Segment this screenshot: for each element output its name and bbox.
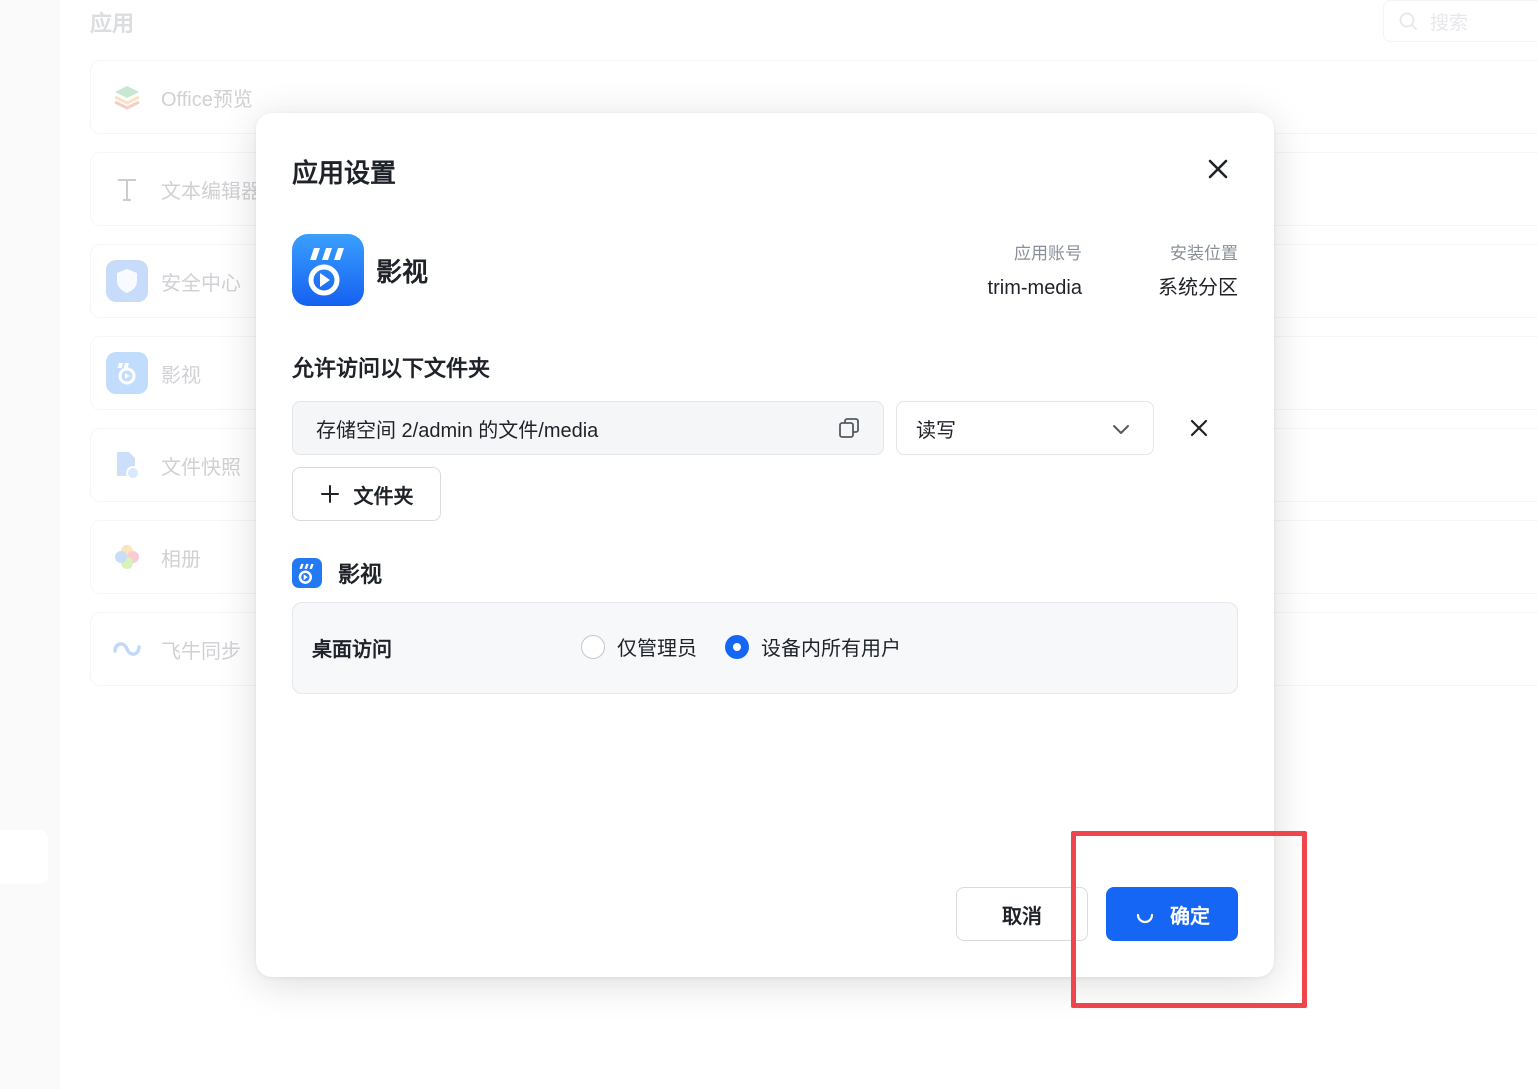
- add-folder-button[interactable]: 文件夹: [292, 467, 441, 521]
- add-folder-label: 文件夹: [353, 485, 414, 508]
- dialog-title: 应用设置: [292, 158, 397, 188]
- access-section-title: 影视: [338, 562, 383, 587]
- radio-all-users[interactable]: 设备内所有用户: [725, 632, 901, 661]
- folder-path-field[interactable]: 存储空间 2/admin 的文件/media: [292, 401, 884, 455]
- location-value: 系统分区: [1158, 277, 1238, 299]
- radio-admin-only[interactable]: 仅管理员: [581, 632, 697, 661]
- permission-select[interactable]: 读写: [896, 401, 1154, 455]
- media-app-icon: [292, 234, 364, 306]
- install-location-info: 安装位置 系统分区: [1158, 242, 1238, 302]
- account-label: 应用账号: [1014, 244, 1082, 263]
- desktop-access-box: 桌面访问 仅管理员 设备内所有用户: [292, 602, 1238, 694]
- plus-icon: [320, 485, 339, 503]
- app-name: 影视: [376, 257, 429, 287]
- location-label: 安装位置: [1170, 244, 1238, 263]
- folders-section-title: 允许访问以下文件夹: [292, 356, 491, 381]
- radio-admin-only-label: 仅管理员: [617, 638, 697, 660]
- app-account-info: 应用账号 trim-media: [988, 242, 1082, 302]
- folder-path-value: 存储空间 2/admin 的文件/media: [316, 419, 599, 442]
- account-value: trim-media: [987, 277, 1082, 299]
- annotation-highlight-box: [1071, 831, 1307, 1008]
- desktop-access-label: 桌面访问: [312, 639, 392, 661]
- permission-value: 读写: [916, 419, 956, 442]
- access-section-header: 影视: [292, 557, 382, 589]
- radio-unchecked[interactable]: [581, 634, 605, 659]
- remove-folder-icon[interactable]: [1187, 416, 1211, 440]
- media-app-icon: [292, 558, 322, 588]
- radio-checked[interactable]: [725, 634, 749, 659]
- cancel-button-label: 取消: [1002, 905, 1042, 928]
- copy-icon[interactable]: [837, 416, 861, 440]
- close-icon[interactable]: [1204, 155, 1232, 183]
- radio-all-users-label: 设备内所有用户: [761, 638, 901, 660]
- chevron-down-icon: [1113, 425, 1129, 434]
- cancel-button[interactable]: 取消: [956, 887, 1088, 941]
